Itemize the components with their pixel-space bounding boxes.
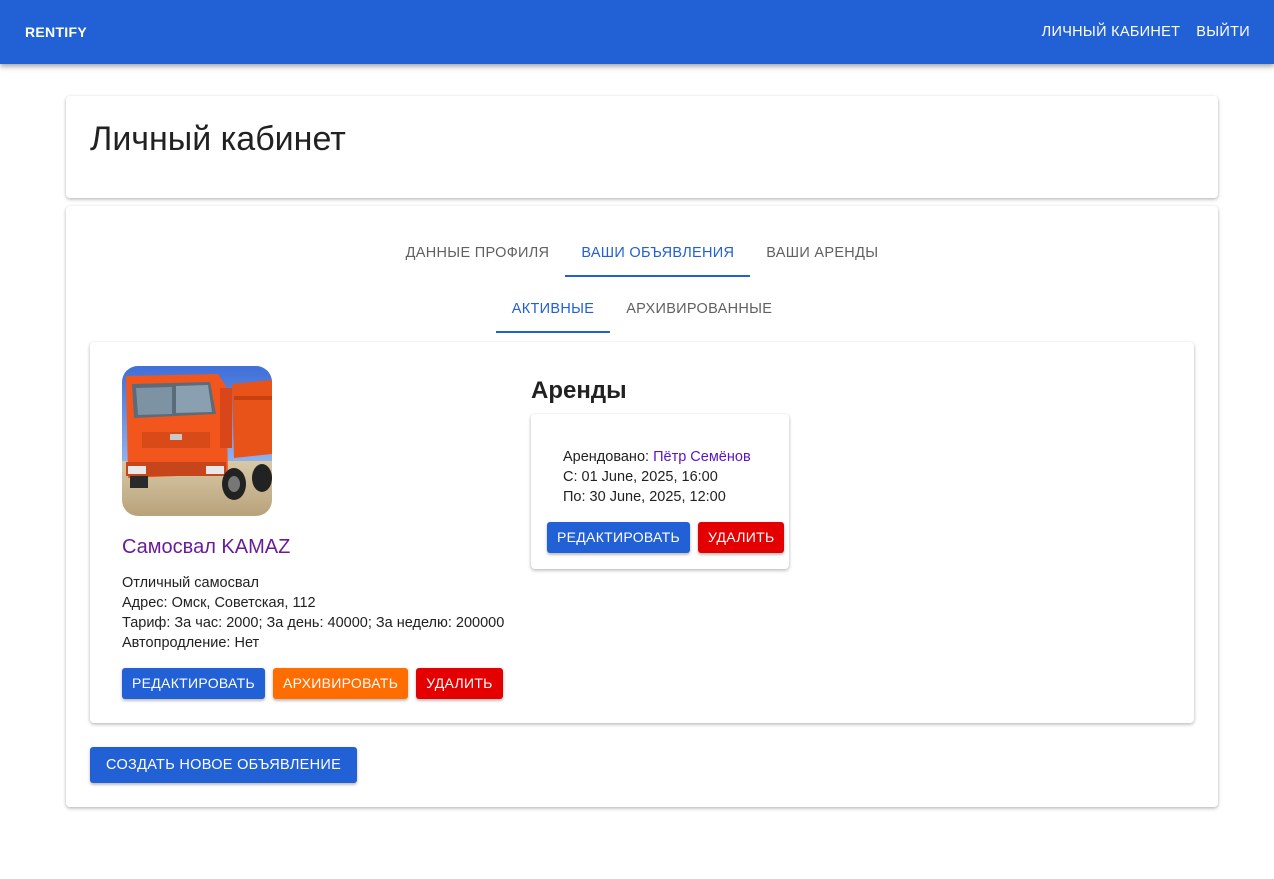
top-nav: ЛИЧНЫЙ КАБИНЕТ ВЫЙТИ: [1034, 18, 1258, 46]
archive-listing-button[interactable]: АРХИВИРОВАТЬ: [272, 668, 409, 699]
rental-actions: РЕДАКТИРОВАТЬ УДАЛИТЬ: [547, 522, 785, 553]
nav-cabinet-link[interactable]: ЛИЧНЫЙ КАБИНЕТ: [1034, 18, 1189, 46]
tab-your-rentals[interactable]: ВАШИ АРЕНДЫ: [750, 228, 894, 277]
listing-info: Отличный самосвал Адрес: Омск, Советская…: [122, 573, 504, 653]
profile-tabs: ДАННЫЕ ПРОФИЛЯ ВАШИ ОБЪЯВЛЕНИЯ ВАШИ АРЕН…: [66, 228, 1218, 277]
rentals-heading: Аренды: [531, 377, 627, 404]
rental-to: По: 30 June, 2025, 12:00: [563, 489, 726, 505]
listing-address: Адрес: Омск, Советская, 112: [122, 595, 316, 611]
rental-info: Арендовано: Пётр Семёнов С: 01 June, 202…: [563, 447, 751, 507]
rental-from: С: 01 June, 2025, 16:00: [563, 469, 718, 485]
rental-card: Арендовано: Пётр Семёнов С: 01 June, 202…: [531, 414, 789, 569]
tab-active[interactable]: АКТИВНЫЕ: [495, 284, 611, 333]
tab-your-listings[interactable]: ВАШИ ОБЪЯВЛЕНИЯ: [565, 228, 751, 277]
title-card: Личный кабинет: [66, 96, 1218, 198]
renter-link[interactable]: Пётр Семёнов: [653, 449, 751, 465]
listing-description: Отличный самосвал: [122, 575, 259, 591]
delete-rental-button[interactable]: УДАЛИТЬ: [697, 522, 785, 553]
listing-title[interactable]: Самосвал KAMAZ: [122, 536, 290, 559]
rented-by-label: Арендовано:: [563, 449, 650, 465]
edit-rental-button[interactable]: РЕДАКТИРОВАТЬ: [547, 522, 690, 553]
listing-card: Самосвал KAMAZ Отличный самосвал Адрес: …: [90, 342, 1194, 723]
listing-autorenew: Автопродление: Нет: [122, 635, 260, 651]
delete-listing-button[interactable]: УДАЛИТЬ: [416, 668, 503, 699]
tab-profile-data[interactable]: ДАННЫЕ ПРОФИЛЯ: [390, 228, 566, 277]
nav-logout-link[interactable]: ВЫЙТИ: [1188, 18, 1258, 46]
brand-logo[interactable]: RENTIFY: [25, 24, 87, 40]
app-bar: RENTIFY ЛИЧНЫЙ КАБИНЕТ ВЫЙТИ: [0, 0, 1274, 64]
rented-by-line: Арендовано: Пётр Семёнов: [563, 447, 751, 467]
page-title: Личный кабинет: [90, 120, 346, 158]
listing-tariff: Тариф: За час: 2000; За день: 40000; За …: [122, 615, 505, 631]
listing-photo[interactable]: [122, 366, 272, 516]
main-card: ДАННЫЕ ПРОФИЛЯ ВАШИ ОБЪЯВЛЕНИЯ ВАШИ АРЕН…: [66, 206, 1218, 807]
edit-listing-button[interactable]: РЕДАКТИРОВАТЬ: [122, 668, 265, 699]
tab-archived[interactable]: АРХИВИРОВАННЫЕ: [610, 284, 788, 333]
listing-status-tabs: АКТИВНЫЕ АРХИВИРОВАННЫЕ: [66, 284, 1218, 333]
create-listing-button[interactable]: СОЗДАТЬ НОВОЕ ОБЪЯВЛЕНИЕ: [90, 747, 358, 783]
dump-truck-image: [122, 366, 272, 516]
listing-actions: РЕДАКТИРОВАТЬ АРХИВИРОВАТЬ УДАЛИТЬ: [122, 668, 503, 699]
